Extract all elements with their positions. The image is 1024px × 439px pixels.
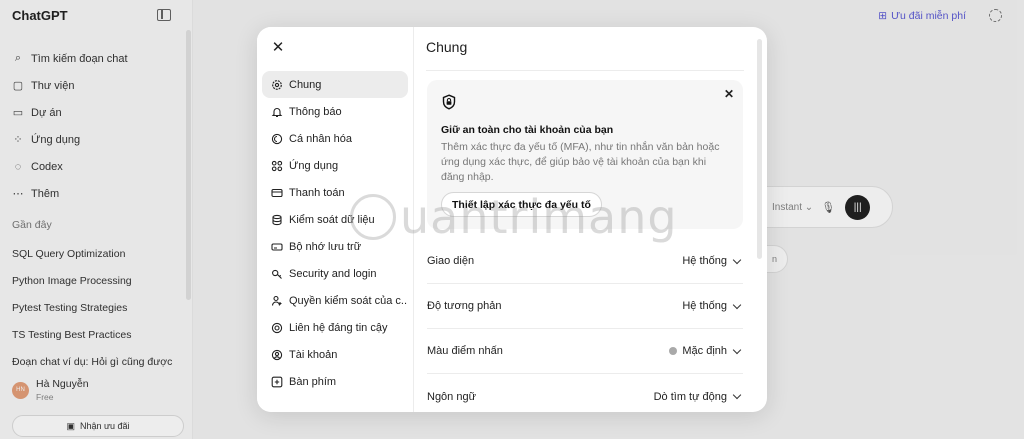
appearance-dropdown[interactable]: Hệ thống xyxy=(682,255,743,267)
tab-label: Thanh toán xyxy=(289,186,345,199)
language-dropdown[interactable]: Dò tìm tự động xyxy=(654,391,743,403)
tab-parental-controls[interactable]: Quyền kiểm soát của c... xyxy=(262,287,408,314)
memory-icon xyxy=(271,241,283,253)
setting-label: Độ tương phản xyxy=(427,300,502,312)
chevron-down-icon xyxy=(732,390,742,400)
tab-label: Cá nhân hóa xyxy=(289,132,352,145)
lifebuoy-icon xyxy=(271,322,283,334)
dismiss-banner-icon[interactable]: ✕ xyxy=(723,88,735,100)
shield-lock-icon xyxy=(442,94,456,110)
tab-label: Bàn phím xyxy=(289,375,337,388)
account-icon xyxy=(271,349,283,361)
tab-label: Quyền kiểm soát của c... xyxy=(289,294,408,307)
setting-row-accent-color: Màu điểm nhấn Mặc định xyxy=(427,329,743,374)
security-icon xyxy=(271,268,283,280)
tab-keyboard[interactable]: Bàn phím xyxy=(262,368,408,395)
setting-label: Màu điểm nhấn xyxy=(427,345,503,357)
setting-value: Dò tìm tự động xyxy=(653,390,727,403)
watermark-text: uantrimang xyxy=(400,190,678,244)
content-scrollbar[interactable] xyxy=(757,39,762,259)
tab-personalization[interactable]: Cá nhân hóa xyxy=(262,125,408,152)
setting-label: Ngôn ngữ xyxy=(427,390,476,403)
tab-trusted-contact[interactable]: Liên hệ đáng tin cậy xyxy=(262,314,408,341)
watermark: uantrimang xyxy=(350,190,678,244)
tab-label: Security and login xyxy=(289,267,377,280)
apps-icon xyxy=(271,160,283,172)
bell-icon xyxy=(271,106,283,118)
keyboard-icon xyxy=(271,376,283,388)
setting-label: Giao diện xyxy=(427,255,475,267)
close-icon[interactable]: ✕ xyxy=(271,40,285,55)
divider xyxy=(426,70,744,71)
page-title: Chung xyxy=(426,39,468,55)
setting-value: Hệ thống xyxy=(682,300,727,312)
setting-row-language: Ngôn ngữ Dò tìm tự động xyxy=(427,374,743,412)
mfa-heading: Giữ an toàn cho tài khoản của bạn xyxy=(441,124,614,136)
tab-label: Ứng dụng xyxy=(289,159,339,172)
gear-icon xyxy=(271,79,283,91)
tab-label: Liên hệ đáng tin cậy xyxy=(289,321,388,334)
chevron-down-icon xyxy=(732,345,742,354)
tab-notifications[interactable]: Thông báo xyxy=(262,98,408,125)
tab-general[interactable]: Chung xyxy=(262,71,408,98)
tab-label: Thông báo xyxy=(289,105,342,118)
chevron-down-icon xyxy=(732,300,742,309)
parental-icon xyxy=(271,295,283,307)
accent-color-dropdown[interactable]: Mặc định xyxy=(669,345,743,357)
tab-label: Chung xyxy=(289,78,322,91)
setting-row-appearance: Giao diện Hệ thống xyxy=(427,239,743,284)
settings-list: Giao diện Hệ thống Độ tương phản Hệ thốn… xyxy=(427,239,743,412)
tab-apps[interactable]: Ứng dụng xyxy=(262,152,408,179)
setting-value: Hệ thống xyxy=(682,255,727,267)
contrast-dropdown[interactable]: Hệ thống xyxy=(682,300,743,312)
card-icon xyxy=(271,187,283,199)
tab-security[interactable]: Security and login xyxy=(262,260,408,287)
personalize-icon xyxy=(271,133,283,145)
tab-label: Tài khoản xyxy=(289,348,338,361)
mfa-description: Thêm xác thực đa yếu tố (MFA), như tin n… xyxy=(441,141,720,183)
tab-account[interactable]: Tài khoản xyxy=(262,341,408,368)
database-icon xyxy=(271,214,283,226)
setting-value: Mặc định xyxy=(682,345,727,357)
setting-row-contrast: Độ tương phản Hệ thống xyxy=(427,284,743,329)
lightbulb-icon xyxy=(350,194,396,240)
accent-color-swatch xyxy=(669,347,678,355)
chevron-down-icon xyxy=(732,255,742,264)
